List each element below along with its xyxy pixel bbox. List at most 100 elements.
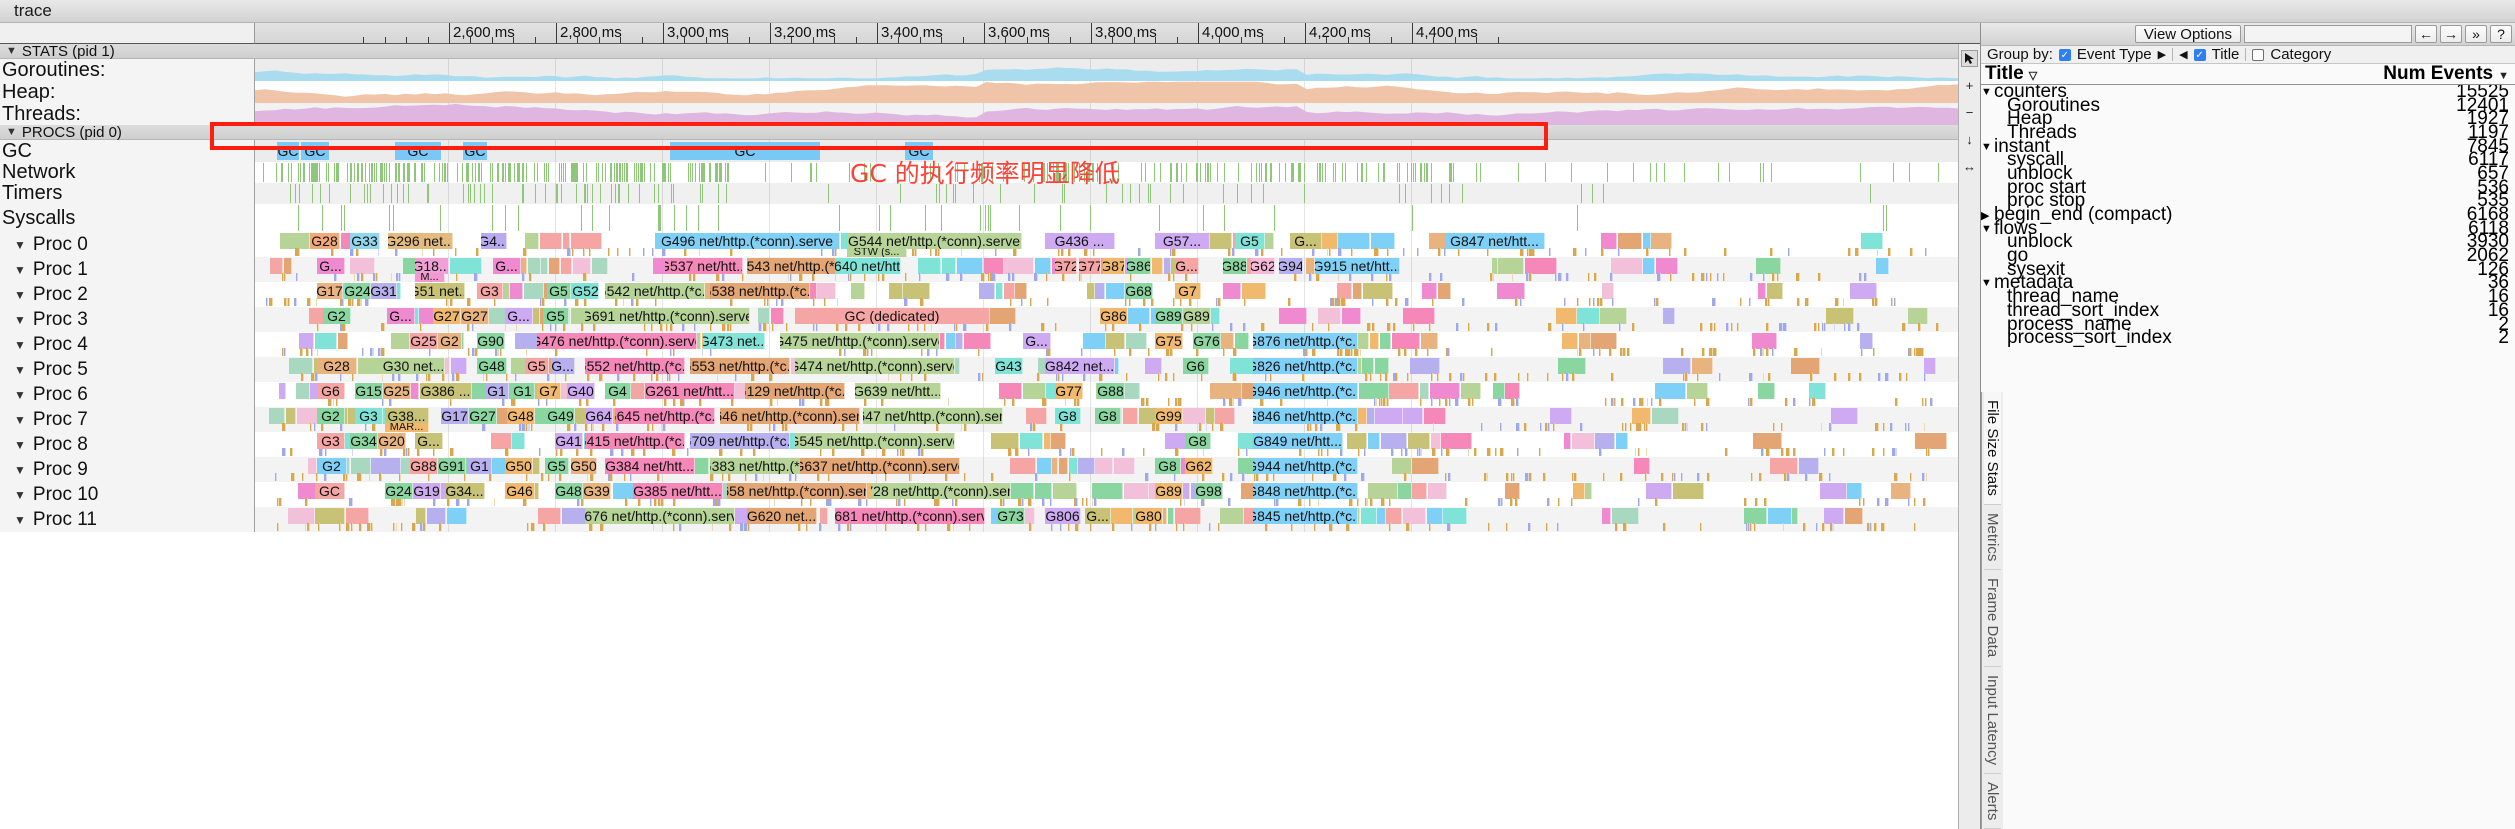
timeline-slice-labeled[interactable]: G3	[355, 408, 383, 424]
timeline-subslice[interactable]	[790, 273, 792, 281]
timeline-subslice[interactable]	[1128, 298, 1131, 306]
timeline-row-label[interactable]: ▼ Proc 3	[0, 307, 255, 332]
timeline-subslice[interactable]	[1793, 448, 1796, 456]
chevron-down-icon[interactable]: ▼	[6, 45, 17, 57]
timeline-subslice[interactable]	[1385, 273, 1388, 281]
timeline-subslice[interactable]	[1814, 323, 1817, 331]
timeline-subslice[interactable]	[935, 248, 939, 256]
timeline-subslice[interactable]	[1700, 323, 1703, 331]
timeline-subslice[interactable]	[758, 323, 763, 331]
timeline-subslice[interactable]	[1589, 298, 1591, 306]
timeline-slice-labeled[interactable]: G77	[1079, 258, 1101, 274]
timeline-subslice[interactable]	[1772, 348, 1774, 356]
timeline-subslice[interactable]	[663, 248, 666, 256]
timeline-subslice[interactable]	[837, 523, 842, 531]
timeline-slice-labeled[interactable]: G51 net...	[415, 283, 465, 299]
timeline-slice-labeled[interactable]: G72	[1055, 258, 1077, 274]
timeline-subslice[interactable]	[834, 248, 837, 256]
timeline-subslice[interactable]	[1287, 298, 1292, 306]
timeline-slice[interactable]	[285, 408, 297, 424]
timeline-subslice[interactable]	[1563, 298, 1566, 306]
timeline-rows[interactable]: ▼ STATS (pid 1) Goroutines: Heap: Threads: ▼ P…	[0, 43, 1980, 532]
chevron-down-icon[interactable]: ▼	[14, 238, 26, 252]
timeline-subslice[interactable]	[752, 448, 756, 456]
timeline-slice[interactable]	[1601, 508, 1612, 524]
timeline-subslice[interactable]	[310, 423, 313, 431]
timeline-slice[interactable]	[278, 383, 286, 399]
timeline-subslice[interactable]	[1391, 448, 1394, 456]
timeline-subslice[interactable]	[1190, 323, 1193, 331]
timeline-subslice[interactable]	[1878, 373, 1882, 381]
timeline-subslice[interactable]	[1621, 398, 1625, 406]
timeline-subslice[interactable]	[731, 398, 735, 406]
timeline-subslice[interactable]	[809, 498, 813, 506]
timeline-subslice[interactable]	[1333, 473, 1338, 481]
timeline-slice[interactable]	[1336, 283, 1353, 299]
timeline-subslice[interactable]	[1370, 373, 1372, 381]
timeline-subslice[interactable]	[1091, 498, 1094, 506]
timeline-slice[interactable]	[1662, 308, 1676, 324]
timeline-subslice[interactable]	[371, 523, 373, 531]
search-input[interactable]	[2244, 25, 2412, 43]
timeline-subslice[interactable]	[1574, 473, 1577, 481]
timeline-subslice[interactable]	[583, 298, 588, 306]
timeline-slice[interactable]	[570, 233, 602, 249]
timeline-subslice[interactable]	[1843, 448, 1846, 456]
timeline-subslice[interactable]	[417, 448, 421, 456]
timeline-slice[interactable]	[1672, 483, 1704, 499]
timeline-subslice[interactable]	[1921, 348, 1924, 356]
timeline-subslice[interactable]	[539, 298, 542, 306]
timeline-subslice[interactable]	[672, 398, 676, 406]
gc-slice[interactable]: GC	[463, 142, 487, 160]
timeline-slice[interactable]	[990, 308, 1017, 324]
timeline-subslice[interactable]	[1049, 498, 1052, 506]
timeline-slice[interactable]	[1095, 458, 1113, 474]
timeline-subslice[interactable]	[1603, 473, 1606, 481]
timeline-subslice[interactable]	[1644, 423, 1647, 431]
timeline-subslice[interactable]	[1079, 273, 1082, 281]
timeline-subslice[interactable]	[673, 523, 676, 531]
timeline-subslice[interactable]	[499, 348, 502, 356]
timeline-row-proc-1[interactable]: ▼Proc 1G...G18...M...G...G537 net/htt...…	[0, 257, 1980, 282]
zoom-out-icon[interactable]: −	[1961, 104, 1978, 121]
timeline-slice-labeled[interactable]: G43	[995, 358, 1023, 374]
timeline-subslice[interactable]	[1364, 498, 1367, 506]
timeline-slice-labeled[interactable]: G31	[371, 283, 397, 299]
timeline-subslice[interactable]	[1069, 448, 1072, 456]
timeline-slice[interactable]	[1367, 408, 1375, 424]
timeline-subslice[interactable]	[1785, 448, 1790, 456]
timeline-subslice[interactable]	[1520, 298, 1523, 306]
timeline-subslice[interactable]	[515, 323, 518, 331]
timeline-subslice[interactable]	[1254, 473, 1256, 481]
timeline-subslice[interactable]	[567, 248, 571, 256]
timeline-subslice[interactable]	[1674, 473, 1676, 481]
timeline-subslice[interactable]	[1811, 398, 1816, 406]
timeline-subslice[interactable]	[679, 523, 683, 531]
timeline-subslice[interactable]	[666, 323, 668, 331]
timeline-subslice[interactable]	[1854, 248, 1859, 256]
timeline-subslice[interactable]	[1605, 398, 1608, 406]
timeline-subslice[interactable]	[1265, 373, 1267, 381]
timeline-subslice[interactable]	[1657, 273, 1661, 281]
timeline-slice[interactable]	[1571, 433, 1595, 449]
timeline-subslice[interactable]	[766, 298, 769, 306]
timeline-slice-labeled[interactable]: G5	[543, 308, 569, 324]
timeline-slice[interactable]	[510, 283, 524, 299]
timeline-slice-labeled[interactable]: G...	[505, 308, 533, 324]
timeline-subslice[interactable]	[541, 323, 544, 331]
timeline-slice[interactable]	[1347, 433, 1368, 449]
timeline-subslice[interactable]	[1571, 473, 1575, 481]
timeline-subslice[interactable]	[1428, 323, 1431, 331]
timeline-slice[interactable]	[539, 233, 563, 249]
timeline-subslice[interactable]	[963, 473, 967, 481]
timeline-row-label[interactable]: ▼ Proc 0	[0, 232, 255, 257]
timeline-slice[interactable]	[1241, 283, 1267, 299]
timeline-slice[interactable]	[1167, 508, 1174, 524]
timeline-slice[interactable]	[1022, 383, 1046, 399]
timeline-subslice[interactable]	[711, 523, 714, 531]
timeline-subslice[interactable]	[1357, 348, 1359, 356]
timeline-subslice[interactable]	[593, 323, 597, 331]
timeline-subslice[interactable]	[652, 248, 655, 256]
timeline-slice[interactable]	[1422, 283, 1437, 299]
timeline-subslice[interactable]	[744, 523, 749, 531]
